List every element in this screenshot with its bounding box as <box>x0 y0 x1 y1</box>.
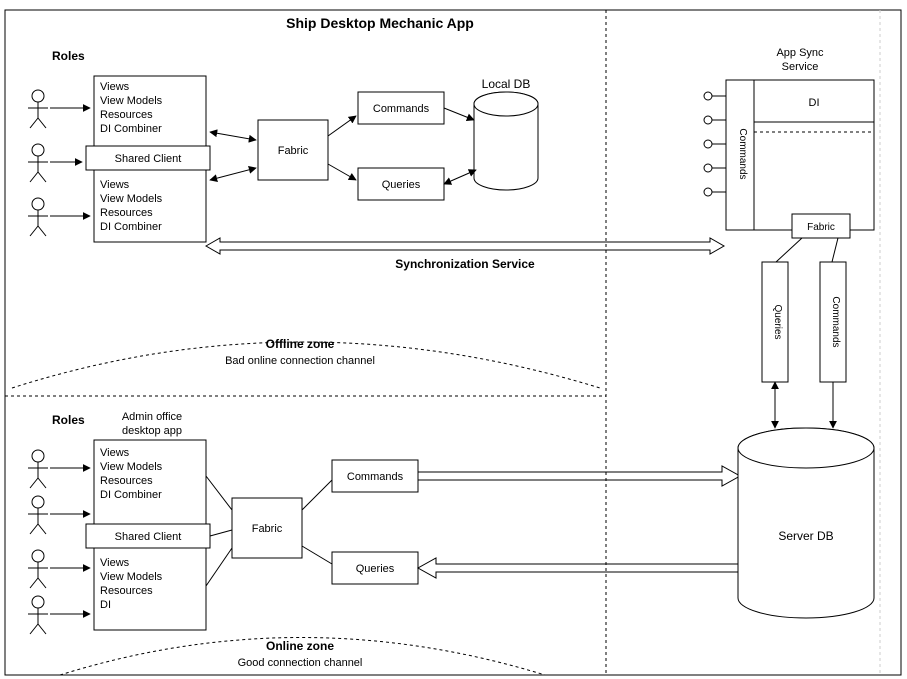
label: Queries <box>382 179 421 191</box>
label: Resources <box>100 207 153 219</box>
app-sync-title-2: Service <box>782 61 819 73</box>
offline-roles-label: Roles <box>52 49 85 63</box>
label: Resources <box>100 109 153 121</box>
label: Views <box>100 557 130 569</box>
label: Commands <box>347 471 404 483</box>
server-db <box>738 428 874 618</box>
label: Views <box>100 447 130 459</box>
label: Resources <box>100 475 153 487</box>
label: Shared Client <box>115 531 182 543</box>
app-sync-title-1: App Sync <box>776 47 824 59</box>
label: Fabric <box>807 222 835 233</box>
label: Shared Client <box>115 153 182 165</box>
label: Queries <box>356 563 395 575</box>
diagram-canvas: Ship Desktop Mechanic App Roles Views Vi… <box>0 0 907 679</box>
online-zone-sub: Good connection channel <box>238 657 363 669</box>
label: DI Combiner <box>100 489 162 501</box>
local-db <box>474 92 538 190</box>
label: Resources <box>100 585 153 597</box>
label: Views <box>100 179 130 191</box>
label: View Models <box>100 461 163 473</box>
label: DI Combiner <box>100 221 162 233</box>
label: Fabric <box>278 145 309 157</box>
label: View Models <box>100 193 163 205</box>
offline-zone-sub: Bad online connection channel <box>225 355 375 367</box>
label: Queries <box>772 304 783 339</box>
label: View Models <box>100 95 163 107</box>
label: DI Combiner <box>100 123 162 135</box>
online-app-title-2: desktop app <box>122 425 182 437</box>
online-zone-title: Online zone <box>266 639 334 653</box>
app-sync-commands-label: Commands <box>737 128 748 179</box>
online-app-title-1: Admin office <box>122 411 182 423</box>
label: Commands <box>830 296 841 347</box>
local-db-label: Local DB <box>482 77 531 91</box>
sync-label: Synchronization Service <box>395 257 535 271</box>
offline-zone-title: Offline zone <box>266 337 335 351</box>
label: Fabric <box>252 523 283 535</box>
label: Views <box>100 81 130 93</box>
server-db-label: Server DB <box>778 529 833 543</box>
online-roles-label: Roles <box>52 413 85 427</box>
diagram-title: Ship Desktop Mechanic App <box>286 15 474 31</box>
label: DI <box>809 97 820 109</box>
label: DI <box>100 599 111 611</box>
label: View Models <box>100 571 163 583</box>
label: Commands <box>373 103 430 115</box>
